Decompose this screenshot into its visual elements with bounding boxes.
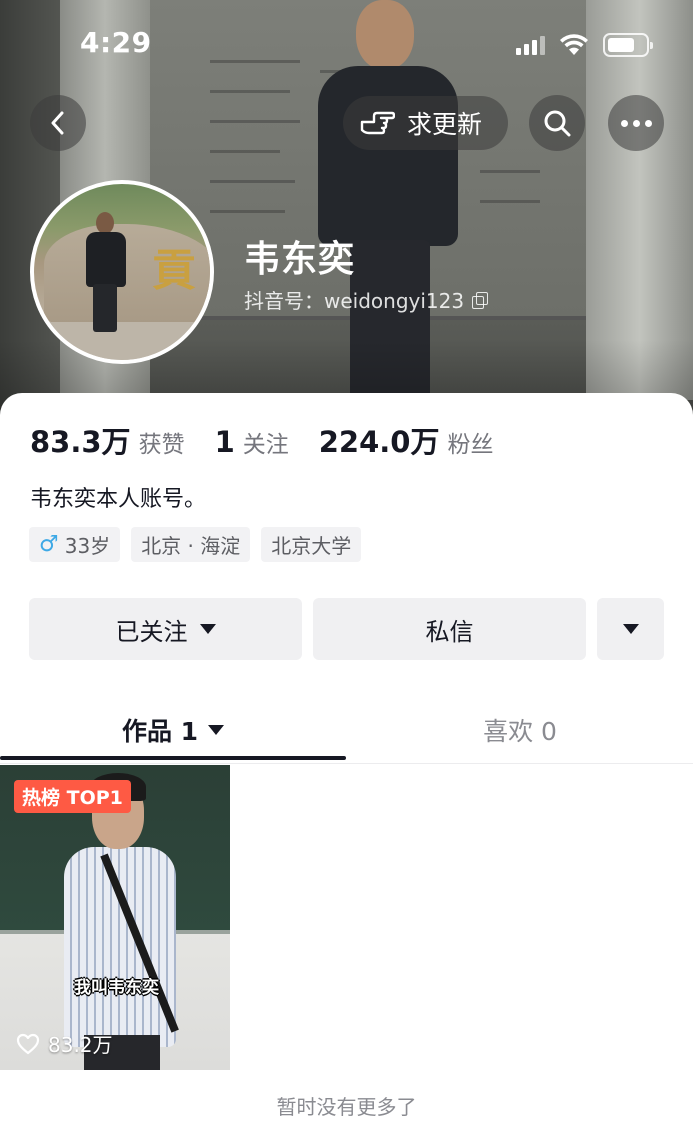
active-tab-indicator	[0, 756, 346, 760]
profile-name: 韦东奕	[244, 239, 356, 280]
request-update-button[interactable]: 求更新	[343, 96, 508, 150]
chevron-left-icon	[51, 111, 64, 135]
tab-works[interactable]: 作品 1	[0, 696, 346, 764]
heart-icon	[16, 1033, 40, 1054]
message-button[interactable]: 私信	[313, 598, 586, 660]
caret-down-icon	[208, 725, 225, 735]
tab-likes-label: 喜欢 0	[483, 717, 557, 746]
more-dots-icon	[620, 119, 652, 127]
tab-likes[interactable]: 喜欢 0	[347, 696, 693, 764]
stat-followers-label: 粉丝	[447, 432, 494, 458]
avatar[interactable]: 貢	[30, 180, 214, 364]
more-options-button[interactable]	[608, 95, 664, 151]
stat-likes-label: 获赞	[138, 432, 185, 458]
tag-age: ♂ 33岁	[29, 527, 121, 562]
tab-works-label: 作品 1	[121, 717, 199, 746]
douyin-id-text: 抖音号：weidongyi123	[244, 289, 465, 313]
stat-likes-value: 83.3万	[30, 425, 131, 459]
stat-likes: 83.3万 获赞	[30, 419, 185, 461]
tag-school: 北京大学	[261, 527, 362, 562]
cellular-signal-icon	[516, 35, 545, 55]
video-thumbnail[interactable]: 热榜 TOP1 我叫韦东奕 83.2万	[0, 765, 230, 1070]
male-icon: ♂	[39, 532, 59, 557]
recommend-dropdown-button[interactable]	[597, 598, 664, 660]
search-icon	[544, 110, 571, 137]
content-tabs: 作品 1 喜欢 0	[0, 696, 693, 764]
back-button[interactable]	[30, 95, 86, 151]
profile-card: 83.3万 获赞 1 关注 224.0万 粉丝 韦东奕本人账号。 ♂ 33岁 北…	[0, 393, 693, 1124]
search-button[interactable]	[529, 95, 585, 151]
stat-following[interactable]: 1 关注	[215, 425, 289, 459]
profile-tags: ♂ 33岁 北京 · 海淀 北京大学	[29, 527, 362, 562]
request-update-label: 求更新	[407, 110, 483, 139]
status-time: 4:29	[80, 26, 152, 59]
tag-age-text: 33岁	[64, 534, 111, 558]
tag-location: 北京 · 海淀	[131, 527, 251, 562]
stat-following-label: 关注	[242, 432, 289, 458]
stat-following-value: 1	[214, 425, 235, 459]
no-more-content-text: 暂时没有更多了	[276, 1095, 417, 1119]
video-caption: 我叫韦东奕	[74, 978, 159, 998]
pointing-hand-icon	[360, 111, 395, 135]
profile-bio: 韦东奕本人账号。	[30, 487, 207, 512]
status-icons	[516, 30, 653, 60]
hot-rank-badge: 热榜 TOP1	[14, 780, 131, 813]
followed-label: 已关注	[115, 617, 188, 646]
message-label: 私信	[425, 617, 474, 646]
profile-stats: 83.3万 获赞 1 关注 224.0万 粉丝	[30, 419, 523, 461]
action-buttons: 已关注 私信	[29, 598, 664, 660]
battery-icon	[603, 33, 653, 57]
followed-button[interactable]: 已关注	[29, 598, 302, 660]
wifi-icon	[560, 34, 588, 55]
caret-down-icon	[199, 624, 216, 634]
stat-followers[interactable]: 224.0万 粉丝	[319, 419, 494, 461]
stat-followers-value: 224.0万	[318, 425, 440, 459]
copy-icon[interactable]	[472, 291, 489, 309]
caret-down-icon	[622, 624, 639, 634]
video-like-value: 83.2万	[48, 1033, 113, 1057]
douyin-id[interactable]: 抖音号：weidongyi123	[244, 285, 489, 314]
video-like-count: 83.2万	[16, 1029, 113, 1058]
